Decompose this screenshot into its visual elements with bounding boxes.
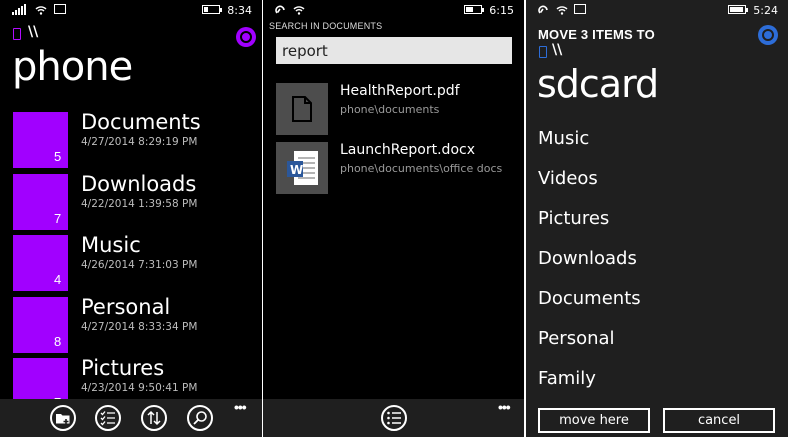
folder-date: 4/26/2014 7:31:03 PM: [81, 259, 198, 271]
path-prefix: \\: [28, 24, 39, 40]
cancel-button[interactable]: cancel: [663, 408, 775, 433]
list-icon: [387, 411, 401, 425]
message-icon: [574, 4, 586, 14]
folder-name: Pictures: [81, 356, 165, 380]
destination-item[interactable]: Music: [538, 128, 589, 149]
more-options-button[interactable]: •••: [234, 399, 247, 415]
sort-icon: [147, 410, 161, 426]
page-title: phone: [12, 44, 133, 90]
search-result[interactable]: W LaunchReport.docx phone\documents\offi…: [276, 142, 516, 194]
folder-name: Documents: [81, 110, 201, 134]
search-button[interactable]: [187, 405, 213, 431]
folder-item[interactable]: 5 Documents 4/27/2014 8:29:19 PM: [13, 110, 253, 168]
folder-name: Downloads: [81, 172, 197, 196]
folder-date: 4/23/2014 9:50:41 PM: [81, 382, 198, 394]
folder-date: 4/27/2014 8:29:19 PM: [81, 136, 198, 148]
status-bar: 6:15: [263, 0, 524, 20]
folder-name: Music: [81, 233, 141, 257]
folder-item-count: 4: [54, 272, 62, 287]
phone-browser-screen: 8:34 \\ phone 5 Documents 4/27/2014 8:29:1…: [0, 0, 262, 437]
folder-date: 4/27/2014 8:33:34 PM: [81, 321, 198, 333]
status-time: 8:34: [227, 4, 252, 17]
new-folder-icon: [56, 414, 70, 424]
multi-select-icon: [100, 411, 115, 426]
wifi-icon: [556, 6, 568, 15]
folder-item[interactable]: 7 Downloads 4/22/2014 1:39:58 PM: [13, 172, 253, 230]
result-path: phone\documents: [340, 103, 440, 116]
phone-icon: [539, 46, 547, 58]
folder-tile: 5: [13, 112, 68, 168]
app-bar: •••: [0, 399, 262, 437]
wifi-icon: [293, 6, 305, 15]
search-icon: [193, 411, 207, 425]
folder-tile: 8: [13, 297, 68, 353]
svg-text:W: W: [290, 163, 303, 177]
app-bar: •••: [263, 399, 524, 437]
word-document-icon: W: [287, 151, 318, 185]
destination-item[interactable]: Personal: [538, 328, 615, 349]
destination-item[interactable]: Documents: [538, 288, 641, 309]
result-thumbnail: [276, 83, 328, 135]
wifi-icon: [35, 6, 47, 15]
folder-item-count: 5: [54, 149, 62, 164]
result-name: LaunchReport.docx: [340, 142, 475, 158]
list-view-button[interactable]: [381, 405, 407, 431]
search-screen: 6:15 SEARCH IN DOCUMENTS HealthReport.pd…: [263, 0, 524, 437]
page-title: MOVE 3 ITEMS TO: [538, 27, 655, 42]
destination-item[interactable]: Downloads: [538, 248, 637, 269]
destination-item[interactable]: Pictures: [538, 208, 609, 229]
account-icon[interactable]: [758, 25, 778, 45]
folder-tile: 4: [13, 235, 68, 291]
battery-icon: [202, 5, 222, 14]
battery-icon: [728, 5, 748, 14]
sync-icon: [275, 5, 285, 14]
search-input[interactable]: [276, 37, 512, 64]
status-bar: 5:24: [526, 0, 788, 20]
result-thumbnail: W: [276, 142, 328, 194]
result-path: phone\documents\office docs: [340, 162, 503, 175]
status-time: 5:24: [753, 4, 778, 17]
search-result[interactable]: HealthReport.pdf phone\documents: [276, 83, 516, 135]
folder-name: Personal: [81, 295, 171, 319]
folder-tile: 7: [13, 174, 68, 230]
status-bar: 8:34: [0, 0, 262, 20]
signal-icon: [12, 4, 28, 15]
destination-title: sdcard: [537, 62, 659, 106]
destination-item[interactable]: Family: [538, 368, 596, 389]
status-time: 6:15: [489, 4, 514, 17]
message-icon: [54, 4, 66, 14]
new-folder-button[interactable]: [50, 405, 76, 431]
folder-item-count: 7: [54, 211, 62, 226]
multi-select-button[interactable]: [95, 405, 121, 431]
more-options-button[interactable]: •••: [498, 399, 511, 415]
move-here-button[interactable]: move here: [538, 408, 650, 433]
path-prefix: \\: [552, 42, 563, 58]
move-items-screen: 5:24 MOVE 3 ITEMS TO \\ sdcard Music Vide…: [526, 0, 788, 437]
search-label: SEARCH IN DOCUMENTS: [269, 21, 383, 31]
folder-item[interactable]: 8 Personal 4/27/2014 8:33:34 PM: [13, 295, 253, 353]
battery-icon: [464, 5, 484, 14]
folder-item[interactable]: 4 Music 4/26/2014 7:31:03 PM: [13, 233, 253, 291]
sync-icon: [538, 5, 548, 14]
document-icon: [292, 96, 312, 122]
phone-icon: [13, 28, 21, 40]
destination-item[interactable]: Videos: [538, 168, 598, 189]
sort-button[interactable]: [141, 405, 167, 431]
folder-item-count: 8: [54, 334, 62, 349]
account-icon[interactable]: [236, 27, 256, 47]
folder-date: 4/22/2014 1:39:58 PM: [81, 198, 198, 210]
result-name: HealthReport.pdf: [340, 83, 460, 99]
